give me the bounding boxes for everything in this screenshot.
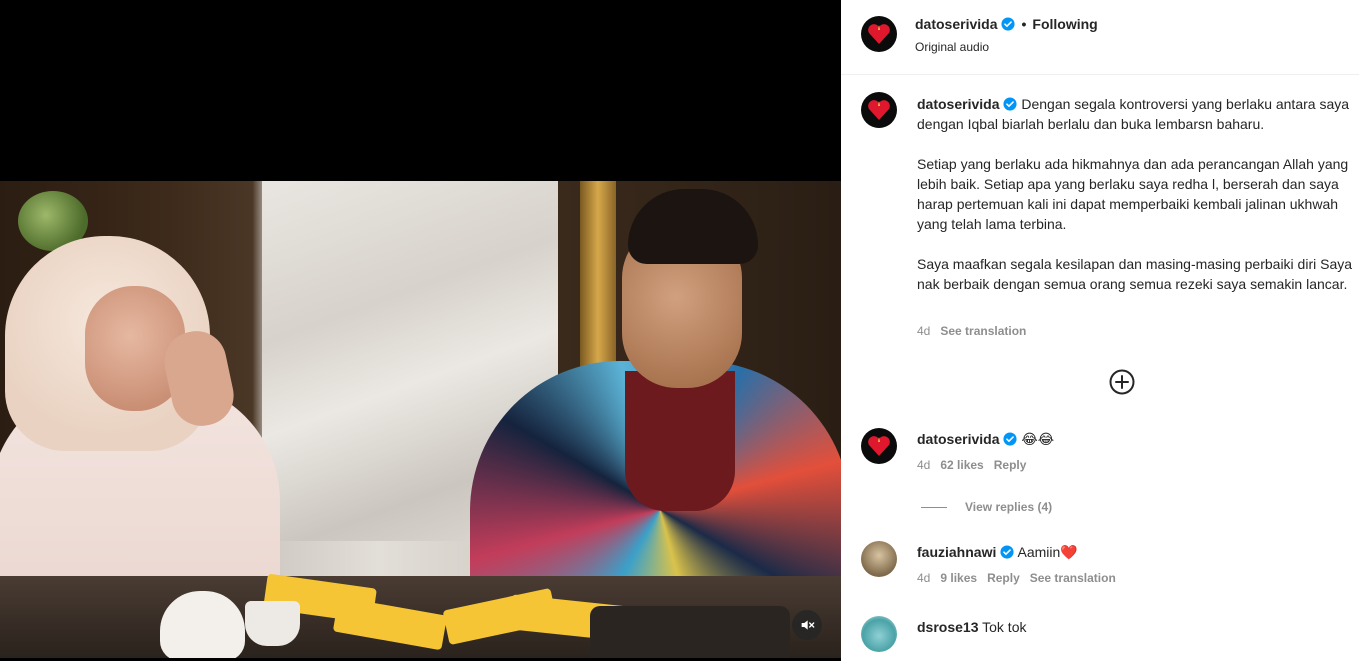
see-translation-button[interactable]: See translation [1030,571,1116,585]
original-audio-link[interactable]: Original audio [915,40,989,54]
timestamp[interactable]: 4d [917,324,930,338]
heart-logo-icon [868,100,890,120]
verified-badge-icon [1000,545,1014,559]
caption-meta: 4d See translation [917,324,1026,338]
comment-body: Tok tok [982,619,1027,635]
verified-badge-icon [1003,432,1018,446]
video-player[interactable] [0,0,841,661]
heart-logo-icon [868,24,890,44]
comment-meta: 4d 62 likes Reply [917,458,1026,472]
view-replies-label: View replies (4) [965,500,1053,514]
separator-dot: • [1021,16,1027,32]
username-link[interactable]: datoserivida [917,431,999,447]
timestamp[interactable]: 4d [917,458,930,472]
avatar[interactable] [861,16,897,52]
verified-badge-icon [1003,97,1018,111]
likes-count[interactable]: 9 likes [940,571,977,585]
comment-text: datoserivida 😂😂 [917,430,1054,448]
header-user-line: datoserivida • Following [915,16,1098,32]
username-link[interactable]: fauziahnawi [917,544,996,560]
comment-body: 😂😂 [1021,431,1055,447]
following-button[interactable]: Following [1032,16,1097,32]
caption-text: datoserivida Dengan segala kontroversi y… [917,94,1357,294]
caption-body: Dengan segala kontroversi yang berlaku a… [917,96,1353,292]
teacup [245,601,300,646]
username-link[interactable]: datoserivida [917,96,999,112]
divider-line [921,506,947,508]
verified-badge-icon [1001,17,1016,31]
view-replies-button[interactable]: View replies (4) [921,500,1052,514]
heart-logo-icon [868,436,890,456]
handbag [590,606,790,658]
avatar[interactable] [861,541,897,577]
username-link[interactable]: datoserivida [915,16,997,32]
teapot [160,591,245,658]
avatar[interactable] [861,428,897,464]
post-header: datoserivida • Following Original audio [841,0,1359,75]
speaker-muted-icon [801,620,815,630]
mute-button[interactable] [792,610,822,640]
load-more-comments-button[interactable] [1109,369,1135,395]
comment-text: dsrose13 Tok tok [917,618,1026,636]
timestamp[interactable]: 4d [917,571,930,585]
reply-button[interactable]: Reply [987,571,1020,585]
comment-body: Aamiin❤️ [1017,544,1078,560]
see-translation-button[interactable]: See translation [940,324,1026,338]
man-shirt [625,371,735,511]
man-hair [628,189,758,264]
likes-count[interactable]: 62 likes [940,458,983,472]
post-side-panel: datoserivida • Following Original audio da… [841,0,1359,661]
avatar[interactable] [861,92,897,128]
username-link[interactable]: dsrose13 [917,619,978,635]
video-frame[interactable] [0,181,841,658]
reply-button[interactable]: Reply [994,458,1027,472]
plus-circle-icon [1109,369,1135,395]
avatar[interactable] [861,616,897,652]
comment-meta: 4d 9 likes Reply See translation [917,571,1116,585]
comment-text: fauziahnawi Aamiin❤️ [917,543,1078,561]
